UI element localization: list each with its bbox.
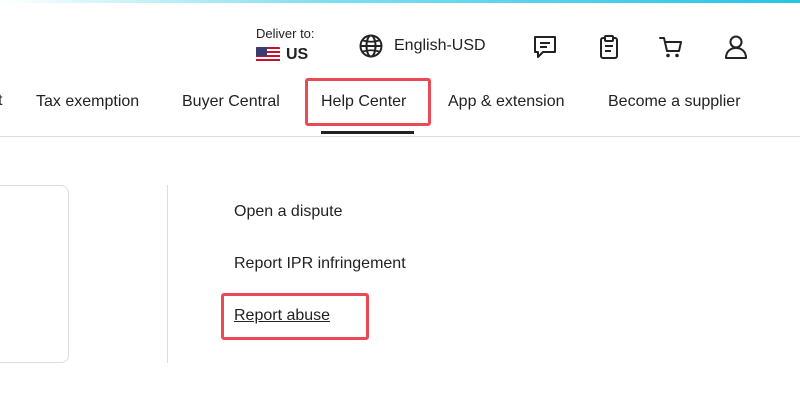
left-panel-card xyxy=(0,185,69,363)
nav-item-become-supplier[interactable]: Become a supplier xyxy=(608,92,741,112)
report-ipr-link[interactable]: Report IPR infringement xyxy=(234,254,406,274)
deliver-to[interactable]: Deliver to: US xyxy=(256,26,336,64)
us-flag-icon xyxy=(256,47,280,63)
account-button[interactable] xyxy=(722,33,750,61)
page: Deliver to: US English-USD t Tax exempti… xyxy=(0,0,800,406)
nav-item-help-center[interactable]: Help Center xyxy=(321,92,406,112)
message-icon xyxy=(534,36,556,58)
country-code: US xyxy=(286,46,309,63)
nav-item-truncated[interactable]: t xyxy=(0,92,2,110)
deliver-country: US xyxy=(256,46,336,64)
nav-item-app-extension[interactable]: App & extension xyxy=(448,92,565,112)
clipboard-icon xyxy=(600,35,618,59)
nav-item-tax-exemption[interactable]: Tax exemption xyxy=(36,92,139,112)
report-abuse-link[interactable]: Report abuse xyxy=(234,306,330,326)
cart-icon xyxy=(659,37,682,58)
main-nav: t Tax exemption Buyer Central Help Cente… xyxy=(0,80,800,137)
user-icon xyxy=(725,35,747,59)
globe-icon xyxy=(359,34,383,58)
vertical-divider xyxy=(167,185,168,363)
open-dispute-link[interactable]: Open a dispute xyxy=(234,202,343,222)
nav-item-buyer-central[interactable]: Buyer Central xyxy=(182,92,280,112)
orders-button[interactable] xyxy=(595,33,623,61)
top-accent-bar xyxy=(0,0,800,3)
cart-button[interactable] xyxy=(657,33,685,61)
deliver-to-label: Deliver to: xyxy=(256,26,315,41)
messages-button[interactable] xyxy=(531,33,559,61)
language-selector[interactable]: English-USD xyxy=(358,33,486,59)
language-label: English-USD xyxy=(394,37,486,54)
active-tab-indicator xyxy=(321,131,414,134)
